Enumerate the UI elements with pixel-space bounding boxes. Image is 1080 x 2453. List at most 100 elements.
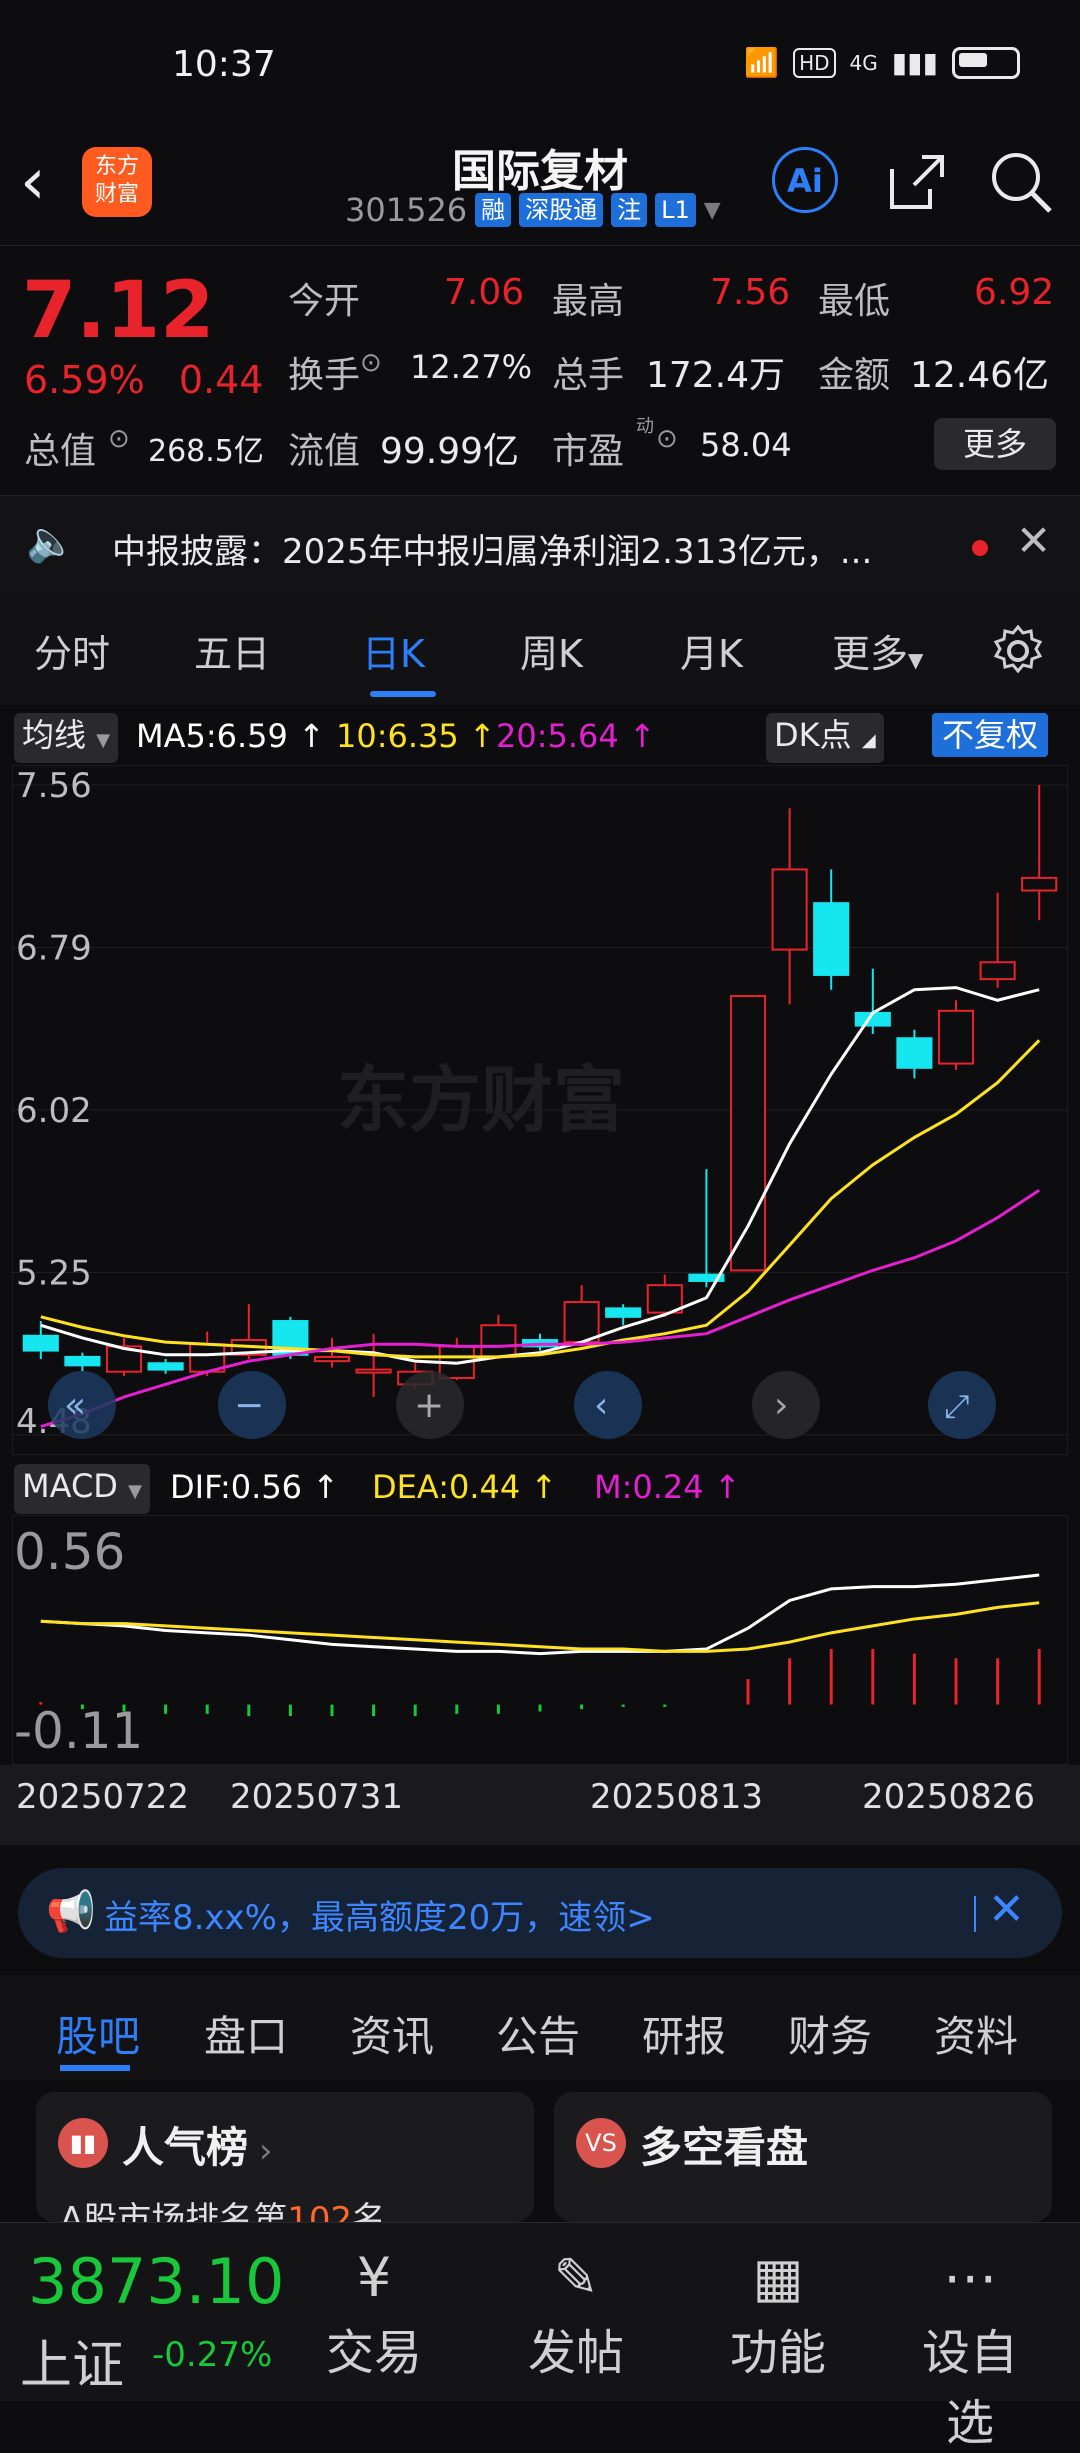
tab-daily-k[interactable]: 日K xyxy=(362,623,425,678)
label-market-cap: 总值 xyxy=(24,431,97,472)
share-icon[interactable] xyxy=(886,151,948,213)
candle-body xyxy=(729,995,767,1272)
tab-monthly-k[interactable]: 月K xyxy=(680,623,743,678)
tab-intraday[interactable]: 分时 xyxy=(34,623,110,678)
news-ticker[interactable]: 🔈 中报披露：2025年中报归属净利润2.313亿元，... ✕ xyxy=(0,495,1080,597)
close-icon[interactable]: ✕ xyxy=(1016,516,1051,565)
tag-registered: 注 xyxy=(611,193,648,227)
y-tick-label: 5.25 xyxy=(16,1254,92,1294)
more-quote-button[interactable]: 更多 xyxy=(934,418,1056,470)
tab-forum[interactable]: 股吧 xyxy=(56,2003,140,2064)
settings-gear-icon[interactable] xyxy=(990,623,1046,679)
dk-point-toggle[interactable]: DK点 ◢ xyxy=(766,713,884,763)
popularity-card[interactable]: ▮▮ 人气榜 › A股市场排名第102名 xyxy=(36,2092,534,2240)
bull-bear-card[interactable]: VS 多空看盘 xyxy=(554,2092,1052,2222)
info-icon[interactable]: ⊙ xyxy=(360,348,382,378)
scroll-far-left-button[interactable]: « xyxy=(48,1371,116,1439)
macd-chart[interactable]: 0.56 -0.11 xyxy=(12,1515,1068,1765)
zoom-in-button[interactable]: + xyxy=(396,1371,464,1439)
candle-body xyxy=(355,1368,392,1374)
value-open: 7.06 xyxy=(444,272,525,313)
tab-five-day[interactable]: 五日 xyxy=(194,623,270,678)
candle-body xyxy=(771,868,808,951)
active-tab-indicator xyxy=(370,691,436,697)
battery-icon xyxy=(952,46,1020,79)
info-icon[interactable]: ⊙ xyxy=(108,424,130,454)
dea-value: DEA:0.44 ↑ xyxy=(372,1468,558,1506)
price-adjust-toggle[interactable]: 不复权 xyxy=(932,713,1049,757)
stock-header: ‹ 东方 财富 国际复材 301526 融 深股通 注 L1 ▼ Ai xyxy=(0,135,1080,245)
candle-body xyxy=(813,902,850,976)
label-pe: 市盈 xyxy=(552,431,625,472)
info-icon[interactable]: ⊙ xyxy=(656,424,678,454)
index-name[interactable]: 上证 xyxy=(20,2323,124,2398)
label-float-cap: 流值 xyxy=(288,431,361,472)
candlestick-chart[interactable]: 东方财富 7.566.796.025.254.48 « − + ‹ › ⤢ xyxy=(12,765,1068,1455)
unread-dot xyxy=(972,540,988,556)
tab-order-book[interactable]: 盘口 xyxy=(204,2003,288,2064)
close-icon[interactable]: ✕ xyxy=(988,1884,1025,1935)
value-amount: 12.46亿 xyxy=(910,355,1050,396)
fullscreen-button[interactable]: ⤢ xyxy=(928,1371,996,1439)
more-dots-icon: ⋯ xyxy=(943,2246,997,2309)
candle-body xyxy=(563,1301,600,1344)
yen-cycle-icon: ¥ xyxy=(356,2246,392,2309)
caret-down-icon[interactable]: ▼ xyxy=(704,198,721,223)
pe-dynamic-mark: 动 xyxy=(636,416,654,437)
index-value[interactable]: 3873.10 xyxy=(28,2245,284,2318)
label-turnover: 换手 xyxy=(288,355,361,396)
edit-icon: ✎ xyxy=(553,2246,599,2309)
y-tick-label: 6.02 xyxy=(16,1091,92,1131)
candle-body xyxy=(22,1334,59,1352)
date-label: 20250813 xyxy=(590,1777,764,1817)
scroll-right-button[interactable]: › xyxy=(752,1371,820,1439)
label-amount: 金额 xyxy=(818,355,891,396)
value-turnover: 12.27% xyxy=(410,348,533,386)
nav-trade[interactable]: ¥ 交易 xyxy=(304,2243,444,2383)
scroll-left-button[interactable]: ‹ xyxy=(574,1371,642,1439)
date-label: 20250722 xyxy=(16,1777,190,1817)
news-text[interactable]: 中报披露：2025年中报归属净利润2.313亿元，... xyxy=(112,524,872,573)
candle-body xyxy=(605,1307,642,1318)
tab-news[interactable]: 资讯 xyxy=(350,2003,434,2064)
network-label: 4G xyxy=(849,50,878,75)
zoom-out-button[interactable]: − xyxy=(218,1371,286,1439)
value-high: 7.56 xyxy=(710,272,791,313)
promo-banner[interactable]: 📢 益率8.xx%，最高额度20万，速领> ✕ xyxy=(18,1868,1062,1958)
tab-weekly-k[interactable]: 周K xyxy=(520,623,583,678)
change-amount: 0.44 xyxy=(178,358,264,402)
y-tick-label: 6.79 xyxy=(16,929,92,969)
tab-profile[interactable]: 资料 xyxy=(934,2003,1018,2064)
nav-label: 发帖 xyxy=(527,2325,624,2381)
macd-selector[interactable]: MACD ▼ xyxy=(14,1464,150,1514)
y-tick-label: -0.11 xyxy=(14,1702,143,1760)
ma-indicator-row: 均线 ▼ MA5:6.59 ↑ 10:6.35 ↑ 20:5.64 ↑ DK点 … xyxy=(0,705,1080,765)
tab-financials[interactable]: 财务 xyxy=(788,2003,872,2064)
card-title: 人气榜 › xyxy=(122,2123,273,2172)
minus-icon: − xyxy=(234,1385,264,1426)
expand-icon: ⤢ xyxy=(944,1387,970,1425)
ma5-value: MA5:6.59 ↑ xyxy=(136,717,325,755)
tag-margin: 融 xyxy=(475,193,512,227)
search-icon[interactable] xyxy=(988,149,1054,215)
divider xyxy=(974,1896,976,1932)
megaphone-icon: 📢 xyxy=(46,1889,96,1935)
label-volume: 总手 xyxy=(552,355,625,396)
ai-assistant-icon[interactable]: Ai xyxy=(772,147,838,213)
nav-functions[interactable]: ▦ 功能 xyxy=(708,2243,848,2383)
bottom-bar: 3873.10 上证 -0.27% ¥ 交易 ✎ 发帖 ▦ 功能 ⋯ 设自选 xyxy=(0,2222,1080,2451)
active-tab-indicator xyxy=(60,2065,130,2071)
nav-post[interactable]: ✎ 发帖 xyxy=(506,2243,646,2383)
value-float-cap: 99.99亿 xyxy=(380,431,520,472)
nav-label: 设自选 xyxy=(921,2325,1018,2451)
m-value: M:0.24 ↑ xyxy=(594,1468,741,1506)
tab-announcements[interactable]: 公告 xyxy=(496,2003,580,2064)
tab-research[interactable]: 研报 xyxy=(642,2003,726,2064)
tab-more[interactable]: 更多▼ xyxy=(832,623,923,678)
nav-add-watchlist[interactable]: ⋯ 设自选 xyxy=(900,2243,1040,2453)
y-tick-label: 0.56 xyxy=(14,1523,125,1581)
promo-text[interactable]: 益率8.xx%，最高额度20万，速领> xyxy=(104,1890,655,1939)
ma-selector[interactable]: 均线 ▼ xyxy=(14,713,119,763)
candle-body xyxy=(313,1355,351,1363)
plus-icon: + xyxy=(414,1385,444,1426)
